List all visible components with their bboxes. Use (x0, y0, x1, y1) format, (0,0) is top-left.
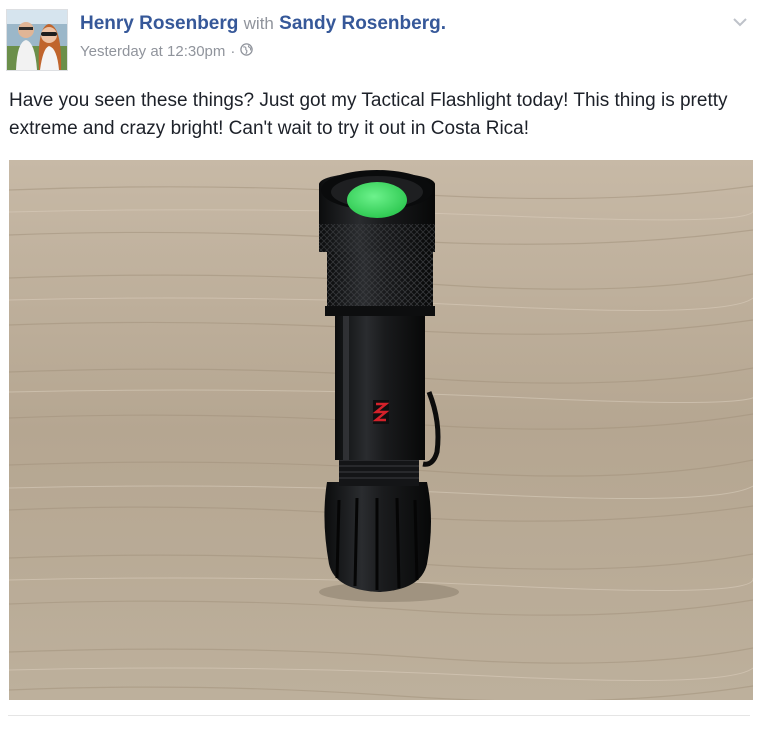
post-photo[interactable] (9, 160, 753, 700)
chevron-down-icon[interactable] (730, 12, 750, 32)
post-meta: Yesterday at 12:30pm · (80, 43, 254, 60)
author-link[interactable]: Henry Rosenberg (80, 13, 238, 34)
globe-icon[interactable] (240, 43, 254, 60)
meta-separator: · (230, 43, 236, 60)
feed-post: Henry Rosenberg with Sandy Rosenberg. Ye… (0, 0, 766, 729)
tagged-user-link[interactable]: Sandy Rosenberg. (279, 13, 446, 34)
avatar[interactable] (6, 9, 68, 71)
post-text: Have you seen these things? Just got my … (9, 90, 728, 139)
divider (8, 715, 750, 716)
with-label: with (243, 14, 274, 33)
timestamp-link[interactable]: Yesterday at 12:30pm (80, 43, 225, 60)
post-header: Henry Rosenberg with Sandy Rosenberg. (80, 12, 446, 36)
